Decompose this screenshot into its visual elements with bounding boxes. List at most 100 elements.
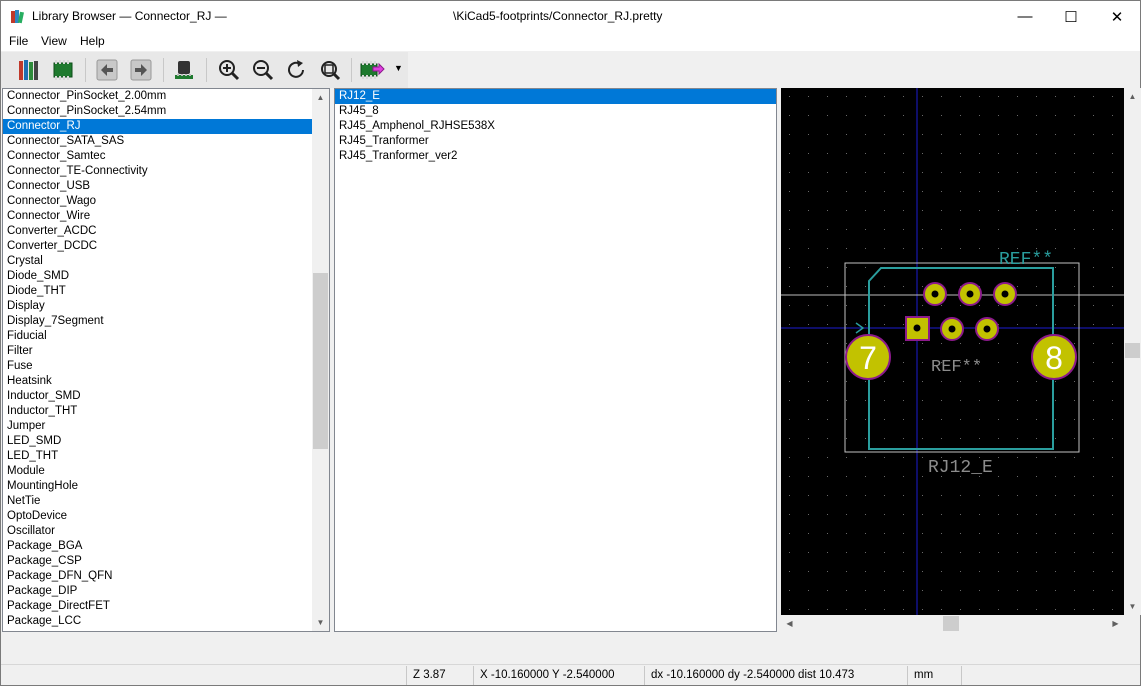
insert-footprint-button[interactable] [358, 56, 386, 84]
list-item[interactable]: RJ45_Tranformer_ver2 [335, 149, 776, 164]
list-item[interactable]: Oscillator [3, 524, 329, 539]
library-list-scrollbar[interactable]: ▲ ▼ [312, 89, 329, 631]
library-list[interactable]: Connector_PinSocket_2.00mm Connector_PinS… [2, 88, 330, 632]
select-footprint-button[interactable] [49, 56, 77, 84]
ref-top-label: REF** [999, 250, 1053, 270]
footprint-drawing: REF** REF** RJ12_E 7 8 [781, 88, 1124, 615]
list-item[interactable]: Display_7Segment [3, 314, 329, 329]
menu-file[interactable]: File [9, 34, 28, 48]
next-footprint-button[interactable] [127, 56, 155, 84]
list-item[interactable]: Converter_ACDC [3, 224, 329, 239]
redraw-button[interactable] [282, 56, 310, 84]
list-item[interactable]: Connector_SATA_SAS [3, 134, 329, 149]
scroll-up-icon[interactable]: ▲ [312, 89, 329, 106]
footprint-preview-canvas[interactable]: REF** REF** RJ12_E 7 8 [781, 88, 1124, 615]
value-label: RJ12_E [928, 458, 993, 478]
list-item[interactable]: Converter_DCDC [3, 239, 329, 254]
list-item[interactable]: Connector_RJ [3, 119, 329, 134]
list-item[interactable]: Filter [3, 344, 329, 359]
scrollbar-thumb[interactable] [1125, 343, 1140, 358]
list-item[interactable]: Heatsink [3, 374, 329, 389]
list-item[interactable]: Fiducial [3, 329, 329, 344]
scroll-left-icon[interactable]: ◀ [781, 615, 798, 632]
title-bar: Library Browser — Connector_RJ — \KiCad5… [1, 1, 1140, 32]
list-item[interactable]: Package_CSP [3, 554, 329, 569]
menu-help[interactable]: Help [80, 34, 105, 48]
zoom-in-icon [219, 60, 240, 81]
list-item[interactable]: Connector_TE-Connectivity [3, 164, 329, 179]
previous-footprint-button[interactable] [93, 56, 121, 84]
list-item[interactable]: Crystal [3, 254, 329, 269]
list-item[interactable]: Package_LCC [3, 614, 329, 629]
list-item[interactable]: Connector_Samtec [3, 149, 329, 164]
list-item[interactable]: Package_DirectFET [3, 599, 329, 614]
list-item[interactable]: Diode_THT [3, 284, 329, 299]
zoom-out-button[interactable] [249, 56, 277, 84]
drill-hole [913, 324, 921, 332]
list-item[interactable]: Connector_USB [3, 179, 329, 194]
scroll-down-icon[interactable]: ▼ [1124, 598, 1141, 615]
footprint-list[interactable]: RJ12_E RJ45_8 RJ45_Amphenol_RJHSE538X RJ45_… [334, 88, 777, 632]
list-item[interactable]: Package_BGA [3, 539, 329, 554]
drill-hole [931, 290, 939, 298]
list-item[interactable]: Jumper [3, 419, 329, 434]
forward-icon [130, 59, 152, 81]
list-item[interactable]: Inductor_SMD [3, 389, 329, 404]
list-item[interactable]: Display [3, 299, 329, 314]
drill-hole [948, 325, 956, 333]
insert-dropdown-icon[interactable]: ▼ [394, 63, 403, 73]
library-browser-window: Library Browser — Connector_RJ — \KiCad5… [0, 0, 1141, 686]
list-item[interactable]: Connector_Wago [3, 194, 329, 209]
scrollbar-thumb[interactable] [313, 273, 328, 449]
maximize-button[interactable]: ☐ [1048, 1, 1094, 32]
list-item[interactable]: Package_DIP [3, 584, 329, 599]
drill-hole [1001, 290, 1009, 298]
list-item[interactable]: LED_THT [3, 449, 329, 464]
footprint-icon [53, 60, 73, 80]
list-item[interactable]: Connector_PinSocket_2.54mm [3, 104, 329, 119]
maximize-icon: ☐ [1064, 8, 1078, 26]
zoom-in-button[interactable] [215, 56, 243, 84]
list-item[interactable]: Module [3, 464, 329, 479]
list-item[interactable]: NetTie [3, 494, 329, 509]
minimize-icon: — [1017, 8, 1033, 25]
back-icon [96, 59, 118, 81]
list-item[interactable]: Inductor_THT [3, 404, 329, 419]
menu-view[interactable]: View [41, 34, 67, 48]
list-item[interactable]: Fuse [3, 359, 329, 374]
list-item[interactable]: LED_SMD [3, 434, 329, 449]
ref-center-label: REF** [931, 358, 982, 377]
scroll-right-icon[interactable]: ▶ [1107, 615, 1124, 632]
drill-hole [983, 325, 991, 333]
canvas-vertical-scrollbar[interactable]: ▲ ▼ [1124, 88, 1141, 615]
list-item[interactable]: RJ12_E [335, 89, 776, 104]
list-item[interactable]: MountingHole [3, 479, 329, 494]
drill-hole [966, 290, 974, 298]
canvas-horizontal-scrollbar[interactable]: ◀ ▶ [781, 615, 1124, 632]
zoom-fit-icon [321, 61, 341, 81]
close-button[interactable]: ✕ [1094, 1, 1140, 32]
scrollbar-thumb[interactable] [943, 616, 959, 631]
list-item[interactable]: Connector_Wire [3, 209, 329, 224]
list-item[interactable]: Package_DFN_QFN [3, 569, 329, 584]
cursor-position: X -10.160000 Y -2.540000 [480, 669, 615, 681]
close-icon: ✕ [1110, 8, 1124, 26]
list-item[interactable]: RJ45_8 [335, 104, 776, 119]
list-item[interactable]: RJ45_Amphenol_RJHSE538X [335, 119, 776, 134]
3d-viewer-button[interactable] [170, 56, 198, 84]
menu-bar: File View Help [1, 32, 1140, 51]
main-toolbar: ▼ [1, 52, 408, 88]
pad-number-right: 8 [1045, 340, 1063, 376]
zoom-fit-button[interactable] [316, 56, 344, 84]
list-item[interactable]: RJ45_Tranformer [335, 134, 776, 149]
list-item[interactable]: Diode_SMD [3, 269, 329, 284]
scroll-up-icon[interactable]: ▲ [1124, 88, 1141, 105]
select-library-button[interactable] [15, 56, 43, 84]
minimize-button[interactable]: — [1002, 1, 1048, 32]
list-item[interactable]: OptoDevice [3, 509, 329, 524]
list-item[interactable]: Connector_PinSocket_2.00mm [3, 89, 329, 104]
zoom-out-icon [253, 60, 274, 81]
delta-readout: dx -10.160000 dy -2.540000 dist 10.473 [651, 669, 855, 681]
library-path: \KiCad5-footprints/Connector_RJ.pretty [453, 9, 663, 23]
scroll-down-icon[interactable]: ▼ [312, 614, 329, 631]
